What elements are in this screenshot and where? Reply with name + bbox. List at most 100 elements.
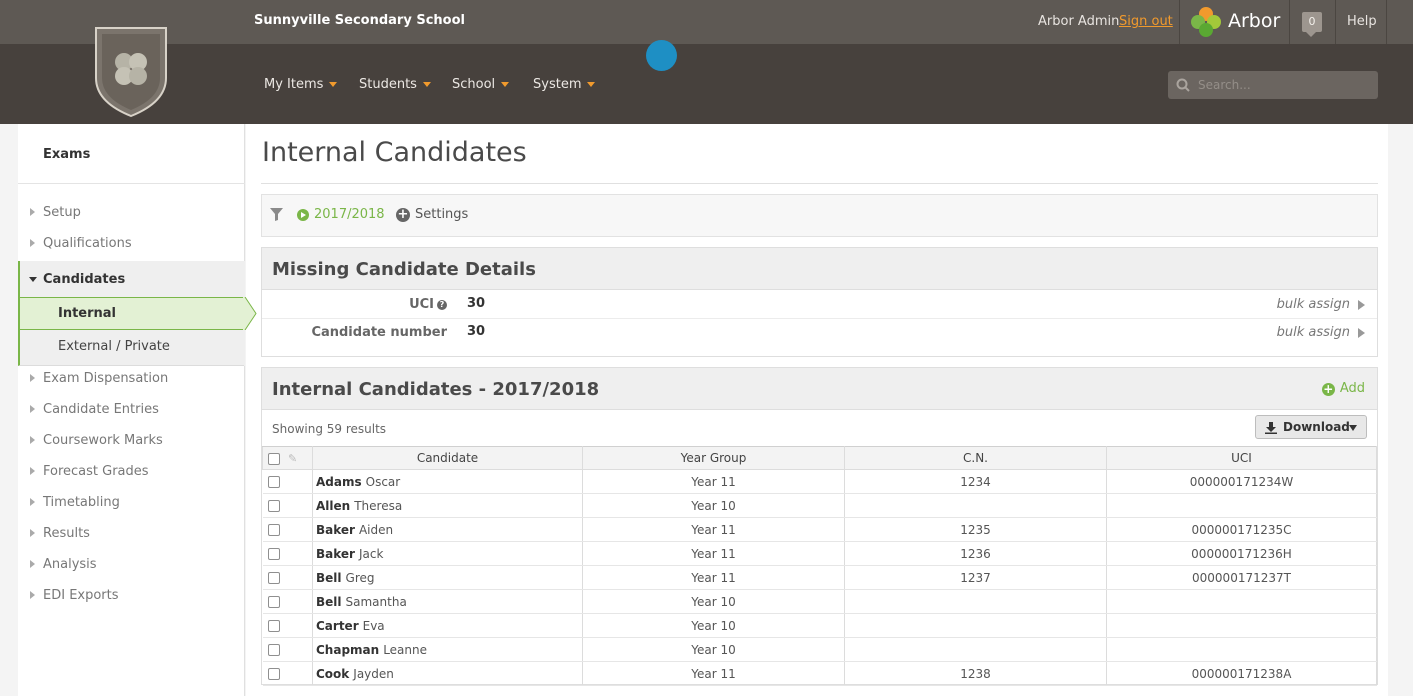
table-row[interactable]: Bell Greg Year 11 1237 000000171237T: [262, 565, 1377, 590]
sidebar-item-setup[interactable]: Setup: [18, 201, 245, 225]
sidebar-item-timetabling[interactable]: Timetabling: [18, 491, 245, 515]
sidebar-item-exam-dispensation[interactable]: Exam Dispensation: [18, 367, 245, 391]
nav-my-items[interactable]: My Items: [264, 77, 338, 92]
row-checkbox[interactable]: [267, 500, 280, 512]
caret-right-icon: [1358, 299, 1365, 310]
row-checkbox[interactable]: [267, 644, 280, 656]
candidate-name[interactable]: Baker Jack: [312, 541, 583, 566]
sidebar-item-label: Qualifications: [43, 236, 132, 251]
academic-year-filter[interactable]: 2017/2018: [314, 207, 385, 222]
add-candidate-button[interactable]: + Add: [1321, 381, 1365, 396]
first-name: Oscar: [365, 474, 401, 489]
row-checkbox[interactable]: [267, 524, 280, 536]
year-group: Year 11: [582, 517, 845, 542]
first-name: Aiden: [358, 522, 394, 537]
divider: [1179, 0, 1180, 44]
row-checkbox[interactable]: [267, 620, 280, 632]
column-header-candidate[interactable]: Candidate: [312, 446, 583, 470]
row-checkbox[interactable]: [267, 596, 280, 608]
select-all-checkbox[interactable]: [268, 452, 280, 465]
search-input[interactable]: [1198, 71, 1373, 99]
year-group: Year 10: [582, 589, 845, 614]
sidebar-item-candidate-entries[interactable]: Candidate Entries: [18, 398, 245, 422]
last-name: Allen: [316, 498, 351, 513]
candidate-name[interactable]: Adams Oscar: [312, 469, 583, 494]
row-select-cell: [262, 517, 313, 542]
sign-out-link[interactable]: Sign out: [1119, 14, 1173, 29]
table-row[interactable]: Bell Samantha Year 10: [262, 589, 1377, 614]
settings-link[interactable]: Settings: [415, 207, 468, 222]
caret-down-icon: [1349, 425, 1357, 431]
caret-right-icon: [1358, 327, 1365, 338]
sidebar-item-edi-exports[interactable]: EDI Exports: [18, 584, 245, 608]
table-row[interactable]: Chapman Leanne Year 10: [262, 637, 1377, 662]
uci-value: [1106, 493, 1377, 518]
bulk-assign-candidate-number-button[interactable]: bulk assign: [1277, 325, 1365, 340]
candidate-number: 1237: [844, 565, 1107, 590]
table-row[interactable]: Baker Jack Year 11 1236 000000171236H: [262, 541, 1377, 566]
user-name: Arbor Admin: [1038, 14, 1120, 29]
column-header-year-group[interactable]: Year Group: [582, 446, 845, 470]
panel-title: Internal Candidates - 2017/2018: [272, 379, 600, 400]
column-header-cn[interactable]: C.N.: [844, 446, 1107, 470]
nav-system[interactable]: System: [533, 77, 596, 92]
table-row[interactable]: Adams Oscar Year 11 1234 000000171234W: [262, 469, 1377, 494]
candidate-number: 1238: [844, 661, 1107, 686]
bulk-assign-uci-button[interactable]: bulk assign: [1277, 297, 1365, 312]
sidebar-item-external-private[interactable]: External / Private: [18, 330, 244, 366]
sidebar-item-qualifications[interactable]: Qualifications: [18, 232, 245, 256]
chevron-right-icon: [30, 591, 35, 599]
missing-detail-label: Candidate number: [311, 325, 447, 340]
row-select-cell: [262, 589, 313, 614]
school-crest-icon[interactable]: [94, 26, 168, 118]
row-checkbox[interactable]: [267, 572, 280, 584]
uci-value: 000000171235C: [1106, 517, 1377, 542]
help-link[interactable]: Help: [1347, 14, 1377, 29]
chevron-right-icon: [30, 405, 35, 413]
row-checkbox[interactable]: [267, 668, 280, 680]
missing-detail-row: UCI? 30 bulk assign: [262, 291, 1377, 319]
row-checkbox[interactable]: [267, 476, 280, 488]
sidebar-title: Exams: [43, 147, 91, 162]
uci-value: 000000171236H: [1106, 541, 1377, 566]
panel-title: Missing Candidate Details: [272, 259, 536, 280]
sidebar-item-coursework-marks[interactable]: Coursework Marks: [18, 429, 245, 453]
column-header-uci[interactable]: UCI: [1106, 446, 1377, 470]
candidate-name[interactable]: Chapman Leanne: [312, 637, 583, 662]
sidebar-item-results[interactable]: Results: [18, 522, 245, 546]
help-icon[interactable]: ?: [437, 299, 447, 310]
table-row[interactable]: Carter Eva Year 10: [262, 613, 1377, 638]
sidebar: Exams Setup Qualifications Candidates In…: [18, 124, 245, 696]
table-row[interactable]: Allen Theresa Year 10: [262, 493, 1377, 518]
sidebar-item-label: Candidates: [43, 272, 126, 287]
chevron-down-icon: [29, 277, 37, 282]
first-name: Eva: [362, 618, 385, 633]
nav-students[interactable]: Students: [359, 77, 431, 92]
candidate-name[interactable]: Allen Theresa: [312, 493, 583, 518]
candidate-name[interactable]: Baker Aiden: [312, 517, 583, 542]
filter-icon[interactable]: [270, 208, 283, 221]
table-row[interactable]: Cook Jayden Year 11 1238 000000171238A: [262, 661, 1377, 686]
divider: [261, 183, 1378, 184]
chevron-right-icon: [30, 208, 35, 216]
sidebar-item-label: Internal: [58, 306, 117, 321]
sidebar-item-internal[interactable]: Internal: [18, 297, 244, 330]
chevron-right-icon: [30, 436, 35, 444]
download-button[interactable]: Download: [1255, 415, 1367, 439]
nav-school[interactable]: School: [452, 77, 510, 92]
table-row[interactable]: Baker Aiden Year 11 1235 000000171235C: [262, 517, 1377, 542]
row-select-cell: [262, 493, 313, 518]
candidates-table: ✎ Candidate Year Group C.N. UCI Adams Osc…: [262, 446, 1377, 686]
sidebar-item-forecast-grades[interactable]: Forecast Grades: [18, 460, 245, 484]
notifications-badge[interactable]: 0: [1302, 12, 1322, 37]
year-group: Year 10: [582, 613, 845, 638]
chevron-right-icon: [30, 467, 35, 475]
last-name: Cook: [316, 666, 350, 681]
row-checkbox[interactable]: [267, 548, 280, 560]
candidate-name[interactable]: Carter Eva: [312, 613, 583, 638]
sidebar-item-analysis[interactable]: Analysis: [18, 553, 245, 577]
candidate-name[interactable]: Cook Jayden: [312, 661, 583, 686]
candidate-name[interactable]: Bell Greg: [312, 565, 583, 590]
candidate-name[interactable]: Bell Samantha: [312, 589, 583, 614]
pencil-icon[interactable]: ✎: [288, 452, 297, 465]
